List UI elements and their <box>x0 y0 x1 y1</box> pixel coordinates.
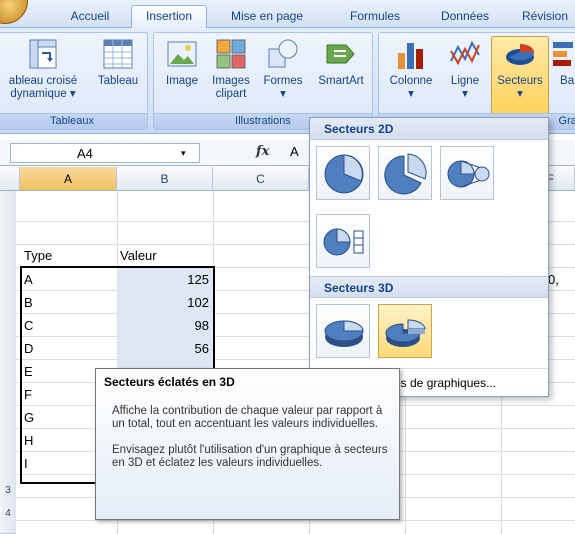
gallery-pie-of-pie[interactable] <box>440 146 494 200</box>
tab-accueil[interactable]: Accueil <box>50 6 130 28</box>
pie-chart-gallery: Secteurs 2D Secteurs 3D es de graphiques… <box>309 117 549 397</box>
line-chart-button[interactable]: Ligne ▾ <box>441 37 489 101</box>
bar-chart-icon <box>551 37 575 71</box>
tab-mise-en-page[interactable]: Mise en page <box>212 6 322 28</box>
clipart-button[interactable]: Images clipart <box>208 37 254 101</box>
gridline <box>16 520 575 521</box>
column-chart-button[interactable]: Colonne ▾ <box>383 37 439 101</box>
picture-icon <box>165 37 199 71</box>
shapes-label: Formes <box>263 75 303 87</box>
gallery-pie-2d[interactable] <box>316 146 370 200</box>
smartart-icon <box>324 37 358 71</box>
column-header-b[interactable]: B <box>117 167 213 191</box>
cell-f-value[interactable]: 0, <box>548 268 559 291</box>
clipart-icon <box>214 37 248 71</box>
all-chart-types-label: es de graphiques... <box>394 376 497 390</box>
pie-chart-icon <box>503 37 537 71</box>
smartart-label: SmartArt <box>318 75 364 87</box>
table-button[interactable]: Tableau <box>93 37 143 88</box>
tooltip-title: Secteurs éclatés en 3D <box>104 375 235 389</box>
table-icon <box>101 37 135 71</box>
section-header-2d: Secteurs 2D <box>310 118 548 140</box>
bar-of-pie-icon <box>323 228 364 256</box>
tooltip: Secteurs éclatés en 3D Affiche la contri… <box>95 368 400 520</box>
pie-2d-icon <box>324 154 364 194</box>
pivot-table-label-2: dynamique ▾ <box>10 88 76 100</box>
pie-chart-label: Secteurs <box>497 75 543 87</box>
group-graphiques: Colonne ▾ Ligne ▾ Secteurs ▾ Bar Grap <box>378 32 575 130</box>
column-chart-label: Colonne <box>389 75 433 87</box>
group-tableaux: ableau croisé dynamique ▾ Tableau Tablea… <box>0 32 148 130</box>
row-number-3[interactable]: 3 <box>0 480 16 502</box>
gallery-bar-of-pie[interactable] <box>316 214 370 268</box>
column-chart-dropdown: ▾ <box>408 88 414 100</box>
column-chart-icon <box>394 37 428 71</box>
insert-function-icon[interactable]: fx <box>256 144 269 159</box>
line-chart-dropdown: ▾ <box>462 88 468 100</box>
cell-type-header[interactable]: Type <box>24 244 52 267</box>
table-label: Tableau <box>97 75 139 87</box>
row-number-4[interactable]: 4 <box>0 503 16 525</box>
exploded-pie-2d-icon <box>384 153 427 195</box>
select-all-corner[interactable] <box>0 167 20 191</box>
line-chart-icon <box>448 37 482 71</box>
office-button[interactable] <box>0 0 28 24</box>
name-box-dropdown-icon[interactable]: ▾ <box>181 148 186 159</box>
shapes-icon <box>266 37 300 71</box>
pivot-table-label-1: ableau croisé <box>8 75 78 87</box>
pie-3d-icon <box>324 320 364 347</box>
shapes-dropdown: ▾ <box>280 88 286 100</box>
name-box-value: A4 <box>77 146 93 161</box>
pivot-table-icon <box>26 37 60 71</box>
shapes-button[interactable]: Formes ▾ <box>258 37 308 101</box>
gallery-pie-3d[interactable] <box>316 304 370 358</box>
gallery-exploded-pie-3d[interactable] <box>378 304 432 358</box>
pie-chart-dropdown: ▾ <box>517 88 523 100</box>
group-tableaux-label: Tableaux <box>0 113 147 129</box>
cell-value-header[interactable]: Valeur <box>120 244 157 267</box>
name-box[interactable]: A4 ▾ <box>10 143 200 163</box>
column-header-a[interactable]: A <box>20 167 117 191</box>
tab-insertion[interactable]: Insertion <box>131 5 207 29</box>
line-chart-label: Ligne <box>450 75 480 87</box>
tab-donnees[interactable]: Données <box>425 6 505 28</box>
section-header-3d: Secteurs 3D <box>310 276 548 298</box>
image-label: Image <box>166 75 198 87</box>
group-illustrations: Image Images clipart Formes ▾ SmartArt I… <box>153 32 373 130</box>
exploded-pie-3d-icon <box>385 319 426 347</box>
clipart-label-1: Images <box>212 75 250 87</box>
image-button[interactable]: Image <box>160 37 204 88</box>
column-header-c[interactable]: C <box>213 167 309 191</box>
formula-input[interactable]: A <box>290 144 299 159</box>
clipart-label-2: clipart <box>215 88 247 100</box>
bar-chart-label: Bar <box>560 75 575 87</box>
tab-revision[interactable]: Révision <box>510 6 575 28</box>
tooltip-paragraph-1: Affiche la contribution de chaque valeur… <box>112 405 383 430</box>
bar-chart-button[interactable]: Bar <box>551 37 575 88</box>
pivot-table-button[interactable]: ableau croisé dynamique ▾ <box>0 37 87 101</box>
smartart-button[interactable]: SmartArt <box>312 37 370 88</box>
pie-of-pie-icon <box>447 160 490 188</box>
ribbon-tab-bar: Accueil Insertion Mise en page Formules … <box>0 0 575 29</box>
tooltip-body: Affiche la contribution de chaque valeur… <box>112 405 394 483</box>
pie-chart-button[interactable]: Secteurs ▾ <box>491 36 549 114</box>
tooltip-paragraph-2: Envisagez plutôt l'utilisation d'un grap… <box>112 444 388 469</box>
tab-formules[interactable]: Formules <box>330 6 420 28</box>
gallery-exploded-pie-2d[interactable] <box>378 146 432 200</box>
